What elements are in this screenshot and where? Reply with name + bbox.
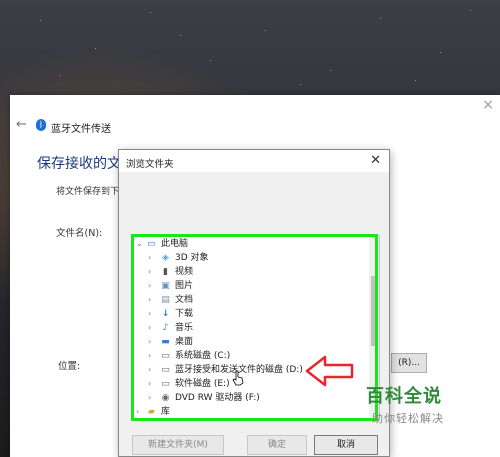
tree-item-this-pc[interactable]: ⌄ ▭ 此电脑 bbox=[132, 237, 362, 251]
dialog-description-area bbox=[119, 172, 389, 234]
back-arrow-icon[interactable]: ← bbox=[16, 117, 27, 132]
save-to-text: 将文件保存到下 bbox=[56, 187, 120, 197]
window-close-icon[interactable]: × bbox=[482, 97, 494, 113]
video-icon: ▮ bbox=[163, 267, 168, 277]
chevron-right-icon[interactable]: › bbox=[148, 279, 156, 293]
chevron-right-icon[interactable]: › bbox=[148, 391, 156, 405]
browse-button[interactable]: (R)... bbox=[391, 353, 427, 373]
pictures-icon: ▣ bbox=[161, 281, 170, 291]
tree-item-libraries[interactable]: › ▰ 库 bbox=[132, 405, 362, 419]
chevron-right-icon[interactable]: › bbox=[148, 335, 156, 349]
chevron-right-icon[interactable]: › bbox=[148, 321, 156, 335]
scroll-thumb[interactable] bbox=[371, 276, 377, 346]
drive-icon: ▭ bbox=[161, 365, 170, 375]
music-icon: ♪ bbox=[162, 323, 169, 333]
drive-icon: ▭ bbox=[161, 379, 170, 389]
watermark-slogan: 助你轻松解决 bbox=[372, 412, 444, 425]
ok-button[interactable]: 确定 bbox=[247, 435, 307, 455]
chevron-right-icon[interactable]: › bbox=[136, 405, 144, 419]
chevron-right-icon[interactable]: › bbox=[148, 251, 156, 265]
location-label: 位置: bbox=[58, 361, 81, 372]
desktop-icon: ▬ bbox=[161, 337, 170, 347]
chevron-down-icon[interactable]: ⌄ bbox=[136, 237, 144, 251]
chevron-right-icon[interactable]: › bbox=[148, 293, 156, 307]
chevron-right-icon[interactable]: › bbox=[148, 349, 156, 363]
drive-icon: ▭ bbox=[161, 351, 170, 361]
new-folder-button[interactable]: 新建文件夹(M) bbox=[132, 435, 224, 455]
chevron-right-icon[interactable]: › bbox=[148, 363, 156, 377]
pc-icon: ▭ bbox=[147, 239, 156, 249]
cancel-button[interactable]: 取消 bbox=[314, 435, 378, 455]
dialog-titlebar: 浏览文件夹 ✕ bbox=[119, 150, 389, 172]
tree-item-music[interactable]: › ♪ 音乐 bbox=[132, 321, 362, 335]
dvd-icon: ◉ bbox=[161, 393, 170, 403]
tree-item-3d-objects[interactable]: › ◈ 3D 对象 bbox=[132, 251, 362, 265]
download-icon: ↓ bbox=[161, 309, 170, 319]
tree-item-desktop[interactable]: › ▬ 桌面 bbox=[132, 335, 362, 349]
bluetooth-icon: ᛒ bbox=[36, 119, 46, 131]
tree-item-documents[interactable]: › ▤ 文档 bbox=[132, 293, 362, 307]
documents-icon: ▤ bbox=[161, 295, 170, 305]
tree-item-downloads[interactable]: › ↓ 下载 bbox=[132, 307, 362, 321]
filename-label: 文件名(N): bbox=[56, 228, 103, 239]
tree-item-pictures[interactable]: › ▣ 图片 bbox=[132, 279, 362, 293]
watermark-logo: 百科全说 bbox=[366, 386, 442, 407]
tree-item-dvd-f[interactable]: › ◉ DVD RW 驱动器 (F:) bbox=[132, 391, 362, 405]
chevron-right-icon[interactable]: › bbox=[148, 307, 156, 321]
watermark: 百科全说 助你轻松解决 bbox=[346, 372, 500, 432]
dialog-title: 浏览文件夹 bbox=[126, 159, 174, 170]
tree-item-videos[interactable]: › ▮ 视频 bbox=[132, 265, 362, 279]
folder-tree[interactable]: ⌄ ▭ 此电脑 › ◈ 3D 对象 › ▮ 视频 › ▣ 图片 › ▤ 文档 ›… bbox=[131, 235, 380, 420]
3d-objects-icon: ◈ bbox=[162, 253, 169, 263]
close-icon[interactable]: ✕ bbox=[370, 153, 381, 168]
chevron-right-icon[interactable]: › bbox=[148, 265, 156, 279]
window-title: 蓝牙文件传送 bbox=[51, 124, 111, 135]
chevron-right-icon[interactable]: › bbox=[148, 377, 156, 391]
library-icon: ▰ bbox=[148, 407, 155, 417]
hand-cursor-icon bbox=[232, 370, 244, 386]
